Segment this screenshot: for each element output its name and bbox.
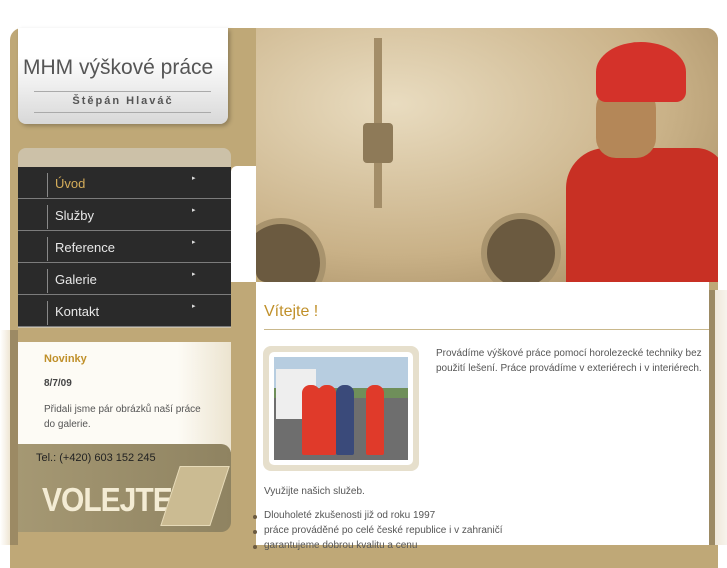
nav-label: Služby (55, 208, 95, 223)
divider (264, 329, 709, 330)
benefits-list: Dlouholeté zkušenosti již od roku 1997 p… (252, 510, 502, 555)
arrow-right-icon: ▸ (192, 303, 196, 310)
arrow-right-icon: ▸ (192, 207, 196, 214)
header-banner-image (256, 28, 718, 282)
site-title: MHM výškové práce (23, 56, 214, 79)
news-date: 8/7/09 (44, 378, 72, 389)
page-heading: Vítejte ! (264, 303, 319, 320)
nav-label: Úvod (55, 176, 86, 191)
nav-item-reference[interactable]: Reference ▸ (18, 231, 231, 263)
news-heading: Novinky (44, 353, 87, 365)
services-intro: Využijte našich služeb. (264, 486, 365, 497)
right-fade (715, 290, 727, 545)
nav-label: Reference (55, 240, 115, 255)
news-box: Novinky 8/7/09 Přidali jsme pár obrázků … (18, 342, 231, 452)
news-text: Přidali jsme pár obrázků naší práce do g… (44, 404, 201, 430)
list-item: Dlouholeté zkušenosti již od roku 1997 (252, 510, 502, 525)
list-item: práce prováděné po celé české republice … (252, 525, 502, 540)
team-photo (263, 346, 419, 471)
nav-label: Galerie (55, 272, 97, 287)
site-subtitle: Štěpán Hlaváč (72, 95, 174, 107)
left-stripe (10, 330, 18, 545)
intro-text: Provádíme výškové práce pomocí horolezec… (436, 348, 702, 374)
arrow-right-icon: ▸ (192, 239, 196, 246)
main-nav: Úvod ▸ Služby ▸ Reference ▸ Galerie ▸ Kontak… (18, 167, 231, 327)
arrow-right-icon: ▸ (192, 271, 196, 278)
site-logo[interactable]: MHM výškové práce Štěpán Hlaváč (18, 28, 228, 124)
phone-number: Tel.: (+420) 603 152 245 (36, 452, 156, 464)
list-item: garantujeme dobrou kvalitu a cenu (252, 540, 502, 555)
nav-label: Kontakt (55, 304, 100, 319)
clipboard-icon (160, 466, 230, 526)
contact-banner: Tel.: (+420) 603 152 245 VOLEJTE (18, 444, 231, 532)
nav-item-sluzby[interactable]: Služby ▸ (18, 199, 231, 231)
nav-item-galerie[interactable]: Galerie ▸ (18, 263, 231, 295)
arrow-right-icon: ▸ (192, 175, 196, 182)
content-tab (231, 166, 256, 282)
call-banner-text: VOLEJTE (42, 482, 173, 519)
left-fade (0, 330, 10, 545)
nav-item-uvod[interactable]: Úvod ▸ (18, 167, 231, 199)
nav-item-kontakt[interactable]: Kontakt ▸ (18, 295, 231, 327)
